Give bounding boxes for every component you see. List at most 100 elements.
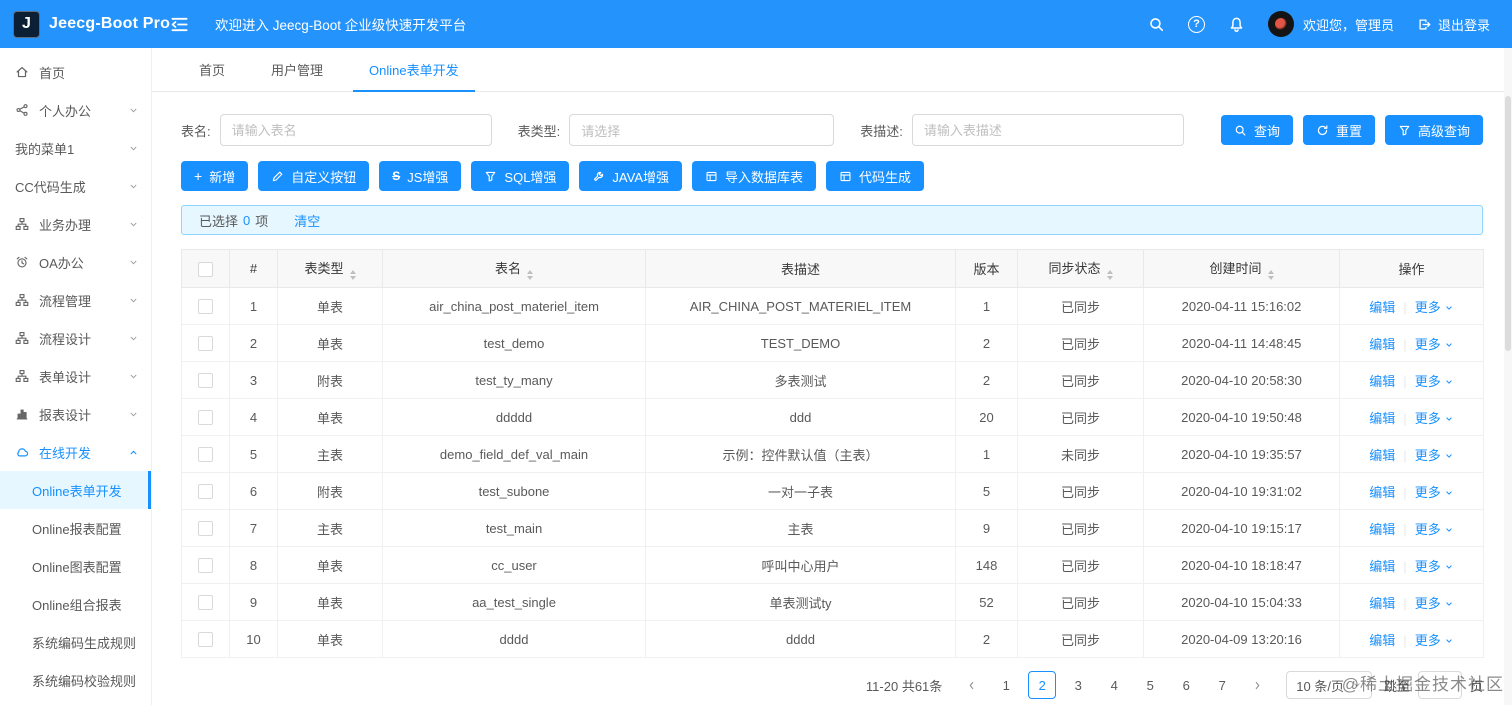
code-gen-button[interactable]: 代码生成 — [826, 161, 925, 191]
query-button[interactable]: 查询 — [1220, 115, 1293, 145]
more-dropdown[interactable]: 更多 — [1415, 633, 1441, 648]
cell-created: 2020-04-10 19:31:02 — [1143, 472, 1340, 510]
row-checkbox[interactable] — [198, 521, 213, 537]
row-checkbox[interactable] — [198, 484, 213, 500]
import-db-table-button[interactable]: 导入数据库表 — [692, 161, 817, 191]
more-dropdown[interactable]: 更多 — [1415, 485, 1441, 500]
edit-link[interactable]: 编辑 — [1369, 337, 1395, 352]
page-button-3[interactable]: 3 — [1064, 671, 1092, 699]
row-checkbox[interactable] — [198, 558, 213, 574]
col-created[interactable]: 创建时间 — [1143, 249, 1340, 288]
edit-link[interactable]: 编辑 — [1369, 633, 1395, 648]
sidebar-item-process-mgmt[interactable]: 流程管理 — [0, 281, 151, 319]
search-button[interactable] — [1148, 16, 1165, 33]
sql-enhance-button[interactable]: SQL增强 — [471, 161, 570, 191]
sidebar-subitem-online-form-dev[interactable]: Online表单开发 — [0, 471, 151, 509]
custom-button-button[interactable]: 自定义按钮 — [258, 161, 370, 191]
row-checkbox[interactable] — [198, 447, 213, 463]
page-button-7[interactable]: 7 — [1208, 671, 1236, 699]
page-button-6[interactable]: 6 — [1172, 671, 1200, 699]
cell-name: test_demo — [382, 324, 646, 362]
logout-button[interactable]: 退出登录 — [1417, 15, 1490, 34]
sidebar-item-my-menu1[interactable]: 我的菜单1 — [0, 129, 151, 167]
row-checkbox[interactable] — [198, 595, 213, 611]
sidebar-subitem-online-report-config[interactable]: Online报表配置 — [0, 509, 151, 547]
edit-link[interactable]: 编辑 — [1369, 374, 1395, 389]
more-dropdown[interactable]: 更多 — [1415, 596, 1441, 611]
cell-type: 单表 — [277, 324, 383, 362]
tab-user-mgmt[interactable]: 用户管理 — [255, 48, 339, 91]
prev-page-button[interactable] — [958, 671, 984, 699]
sidebar-item-oa-office[interactable]: OA办公 — [0, 243, 151, 281]
scrollbar-thumb[interactable] — [1505, 96, 1511, 351]
reset-button[interactable]: 重置 — [1302, 115, 1375, 145]
edit-link[interactable]: 编辑 — [1369, 596, 1395, 611]
table-type-select[interactable]: 请选择 — [569, 114, 835, 146]
user-menu[interactable]: 欢迎您，管理员 — [1267, 11, 1394, 37]
chevron-down-icon — [1444, 377, 1454, 387]
cell-type: 单表 — [277, 398, 383, 436]
cell-actions: 编辑 | 更多 — [1339, 324, 1484, 362]
col-sync[interactable]: 同步状态 — [1017, 249, 1144, 288]
row-checkbox[interactable] — [198, 373, 213, 389]
jump-page-input[interactable] — [1417, 671, 1462, 699]
table-name-input[interactable] — [219, 114, 492, 146]
page-button-4[interactable]: 4 — [1100, 671, 1128, 699]
edit-link[interactable]: 编辑 — [1369, 411, 1395, 426]
page-button-5[interactable]: 5 — [1136, 671, 1164, 699]
cell-index: 6 — [229, 472, 278, 510]
tab-home[interactable]: 首页 — [183, 48, 241, 91]
sidebar-subitem-code-check-rule[interactable]: 系统编码校验规则 — [0, 661, 151, 699]
js-enhance-button[interactable]: S JS增强 — [379, 161, 462, 191]
page-button-1[interactable]: 1 — [992, 671, 1020, 699]
sidebar-subitem-online-chart-config[interactable]: Online图表配置 — [0, 547, 151, 585]
sidebar-item-business[interactable]: 业务办理 — [0, 205, 151, 243]
clear-selection-link[interactable]: 清空 — [294, 211, 320, 230]
row-checkbox[interactable] — [198, 632, 213, 648]
more-dropdown[interactable]: 更多 — [1415, 411, 1441, 426]
menu-fold-button[interactable] — [170, 15, 189, 34]
more-dropdown[interactable]: 更多 — [1415, 559, 1441, 574]
col-type[interactable]: 表类型 — [277, 249, 383, 288]
sidebar-item-cc-codegen[interactable]: CC代码生成 — [0, 167, 151, 205]
more-dropdown[interactable]: 更多 — [1415, 300, 1441, 315]
sidebar-item-online-dev[interactable]: 在线开发 — [0, 433, 151, 471]
help-button[interactable]: ? — [1187, 15, 1205, 33]
java-enhance-button[interactable]: JAVA增强 — [579, 161, 683, 191]
page-button-2-active[interactable]: 2 — [1028, 671, 1057, 699]
sidebar-item-personal-office[interactable]: 个人办公 — [0, 91, 151, 129]
table-header-row: # 表类型 表名 表描述 版本 同步状态 创建时间 操作 — [181, 249, 1484, 288]
tab-online-form-dev[interactable]: Online表单开发 — [353, 48, 475, 92]
more-dropdown[interactable]: 更多 — [1415, 374, 1441, 389]
advanced-query-button[interactable]: 高级查询 — [1384, 115, 1483, 145]
more-dropdown[interactable]: 更多 — [1415, 337, 1441, 352]
sidebar-item-home[interactable]: 首页 — [0, 53, 151, 91]
sidebar-item-report-design[interactable]: 报表设计 — [0, 395, 151, 433]
sidebar-item-form-design[interactable]: 表单设计 — [0, 357, 151, 395]
sidebar-subitem-online-combo-report[interactable]: Online组合报表 — [0, 585, 151, 623]
edit-link[interactable]: 编辑 — [1369, 448, 1395, 463]
cell-version: 148 — [955, 546, 1018, 584]
row-checkbox[interactable] — [198, 299, 213, 315]
edit-link[interactable]: 编辑 — [1369, 300, 1395, 315]
cell-created: 2020-04-11 15:16:02 — [1143, 287, 1340, 325]
edit-link[interactable]: 编辑 — [1369, 485, 1395, 500]
col-name[interactable]: 表名 — [382, 249, 646, 288]
notifications-button[interactable] — [1228, 16, 1245, 33]
edit-link[interactable]: 编辑 — [1369, 559, 1395, 574]
row-checkbox[interactable] — [198, 410, 213, 426]
cell-created: 2020-04-10 19:50:48 — [1143, 398, 1340, 436]
app-logo[interactable]: J Jeecg-Boot Pro — [0, 10, 170, 38]
sidebar-subitem-code-gen-rule[interactable]: 系统编码生成规则 — [0, 623, 151, 661]
table-desc-input[interactable] — [911, 114, 1184, 146]
add-button[interactable]: + 新增 — [181, 161, 249, 191]
more-dropdown[interactable]: 更多 — [1415, 448, 1441, 463]
sidebar-item-process-design[interactable]: 流程设计 — [0, 319, 151, 357]
edit-link[interactable]: 编辑 — [1369, 522, 1395, 537]
more-dropdown[interactable]: 更多 — [1415, 522, 1441, 537]
next-page-button[interactable] — [1244, 671, 1270, 699]
page-size-select[interactable]: 10 条/页 — [1286, 671, 1372, 699]
cell-version: 9 — [955, 509, 1018, 547]
row-checkbox[interactable] — [198, 336, 213, 352]
select-all-checkbox[interactable] — [198, 261, 213, 277]
